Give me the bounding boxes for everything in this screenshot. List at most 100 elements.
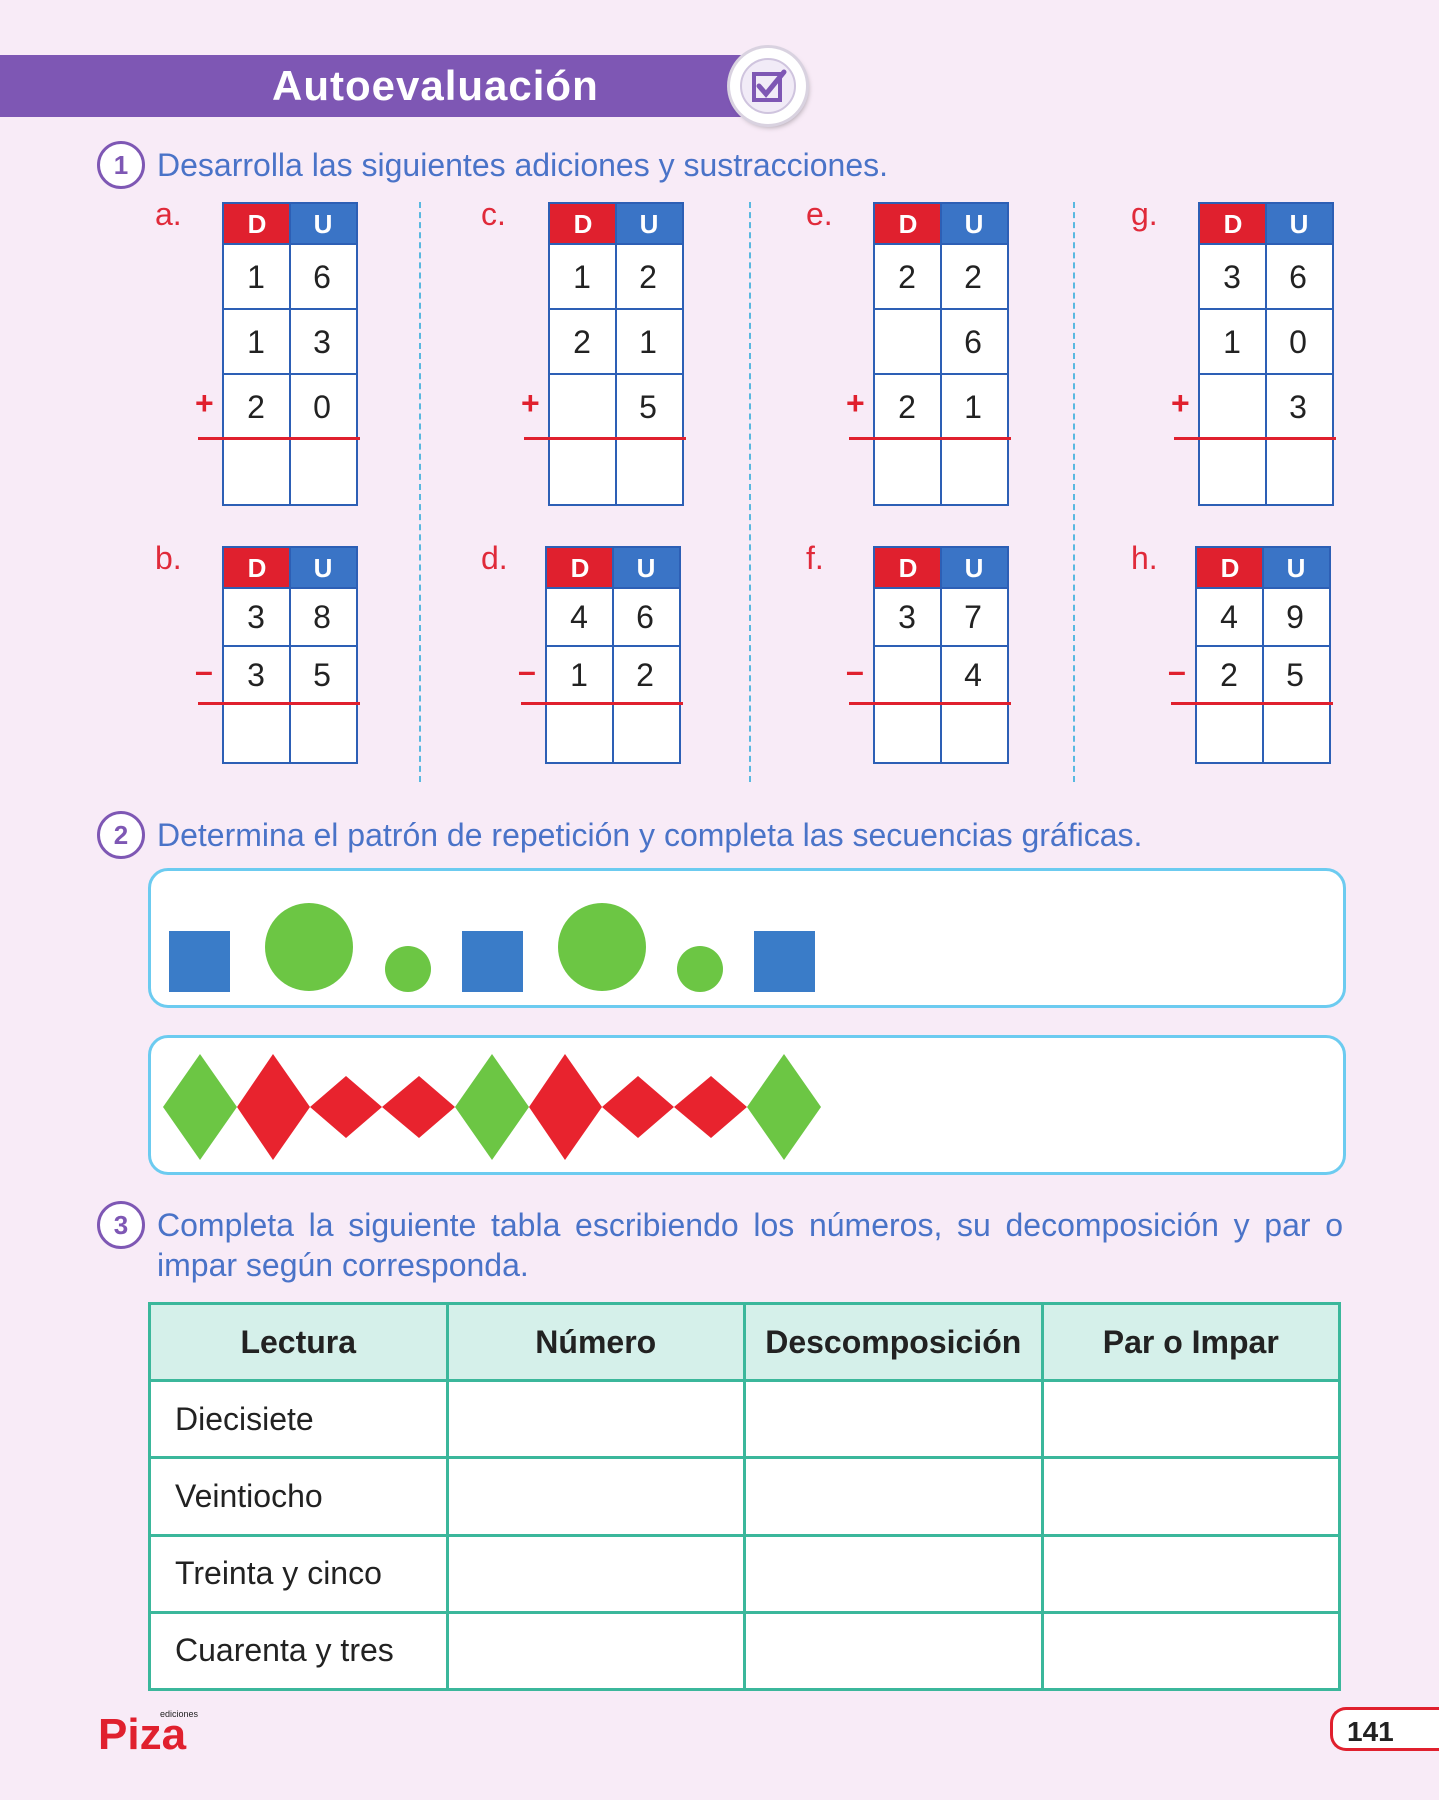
units-header: U	[613, 548, 679, 588]
tens-digit: 2	[898, 388, 916, 425]
tens-header: D	[875, 204, 941, 244]
answer-cell[interactable]	[1268, 441, 1328, 502]
blue-square	[754, 931, 815, 992]
tens-digit: 4	[1220, 599, 1238, 635]
tens-header: D	[1197, 548, 1263, 588]
answer-cell[interactable]	[1040, 1610, 1341, 1692]
small-red-diamond	[382, 1076, 455, 1138]
problem-label: d.	[481, 540, 508, 576]
answer-cell[interactable]	[1040, 1456, 1341, 1537]
units-header: U	[290, 204, 356, 244]
answer-cell[interactable]	[1265, 706, 1325, 760]
answer-cell[interactable]	[292, 706, 352, 760]
answer-cell[interactable]	[445, 1533, 746, 1614]
tens-digit: 2	[898, 258, 916, 295]
units-digit: 0	[1289, 323, 1307, 360]
big-red-diamond	[237, 1054, 310, 1160]
answer-cell[interactable]	[226, 706, 286, 760]
units-digit: 1	[639, 323, 657, 360]
answer-cell[interactable]	[615, 706, 675, 760]
answer-cell[interactable]	[743, 1610, 1044, 1692]
units-digit: 6	[1289, 258, 1307, 295]
result-line	[849, 702, 1011, 705]
plus-sign: +	[1171, 384, 1190, 421]
big-red-diamond	[529, 1054, 602, 1160]
grid-line	[875, 308, 1007, 310]
small-red-diamond	[602, 1076, 674, 1138]
small-green-circle	[385, 946, 431, 992]
answer-cell[interactable]	[1040, 1533, 1341, 1614]
column-divider	[1073, 202, 1075, 782]
grid-line	[1197, 645, 1329, 647]
tens-digit: 3	[247, 599, 265, 635]
answer-cell[interactable]	[1040, 1378, 1341, 1460]
units-header: U	[290, 548, 356, 588]
question-number-1: 1	[97, 141, 145, 189]
small-green-circle	[677, 946, 723, 992]
answer-cell[interactable]	[943, 706, 1003, 760]
answer-cell[interactable]	[877, 441, 937, 502]
grid-line	[875, 373, 1007, 375]
answer-cell[interactable]	[226, 441, 286, 502]
answer-cell[interactable]	[552, 441, 612, 502]
question-3-text: Completa la siguiente tabla escribiendo …	[157, 1207, 1343, 1283]
tens-digit: 2	[1220, 657, 1238, 693]
blue-square	[169, 931, 230, 992]
tens-digit: 2	[247, 388, 265, 425]
grid-line	[547, 645, 679, 647]
answer-cell[interactable]	[445, 1610, 746, 1692]
reading-cell: Cuarenta y tres	[148, 1610, 449, 1692]
result-line	[1171, 702, 1333, 705]
result-line	[1174, 437, 1336, 440]
answer-cell[interactable]	[549, 706, 609, 760]
place-value-grid: DU12215	[548, 202, 684, 506]
question-number-2: 2	[97, 811, 145, 859]
units-digit: 2	[636, 657, 654, 693]
sequence-box-1[interactable]	[148, 868, 1346, 1008]
answer-cell[interactable]	[292, 441, 352, 502]
question-2-text: Determina el patrón de repetición y comp…	[157, 817, 1143, 853]
tens-header: D	[550, 204, 616, 244]
answer-cell[interactable]	[743, 1378, 1044, 1460]
answer-cell[interactable]	[445, 1456, 746, 1537]
answer-cell[interactable]	[618, 441, 678, 502]
result-line	[849, 437, 1011, 440]
tens-header: D	[1200, 204, 1266, 244]
units-header: U	[941, 548, 1007, 588]
tens-digit: 1	[570, 657, 588, 693]
units-digit: 6	[964, 323, 982, 360]
answer-cell[interactable]	[743, 1533, 1044, 1614]
result-line	[198, 437, 360, 440]
answer-cell[interactable]	[943, 441, 1003, 502]
result-line	[524, 437, 686, 440]
grid-line	[875, 645, 1007, 647]
answer-cell[interactable]	[877, 706, 937, 760]
grid-line	[875, 587, 1007, 589]
grid-line	[224, 243, 356, 245]
sequence-1	[169, 903, 815, 992]
grid-line	[224, 373, 356, 375]
table-row: Diecisiete	[148, 1378, 1341, 1460]
reading-cell: Veintiocho	[148, 1456, 449, 1537]
place-value-grid: DU3 7 4	[873, 546, 1009, 764]
page-title: Autoevaluación	[272, 62, 599, 109]
big-green-circle	[558, 903, 646, 991]
answer-cell[interactable]	[1199, 706, 1259, 760]
minus-sign: –	[195, 653, 213, 689]
sequence-2	[163, 1054, 821, 1160]
grid-line	[1200, 243, 1332, 245]
tens-digit: 4	[570, 599, 588, 635]
grid-divider	[612, 548, 614, 762]
table-header: Descomposición	[743, 1302, 1044, 1382]
reading-cell: Treinta y cinco	[148, 1533, 449, 1614]
question-number-3: 3	[97, 1201, 145, 1249]
page-number: 141	[1330, 1707, 1439, 1751]
sequence-box-2[interactable]	[148, 1035, 1346, 1175]
grid-line	[224, 308, 356, 310]
answer-cell[interactable]	[1202, 441, 1262, 502]
tens-header: D	[875, 548, 941, 588]
answer-cell[interactable]	[743, 1456, 1044, 1537]
tens-digit: 1	[247, 258, 265, 295]
tens-header: D	[547, 548, 613, 588]
answer-cell[interactable]	[445, 1378, 746, 1460]
